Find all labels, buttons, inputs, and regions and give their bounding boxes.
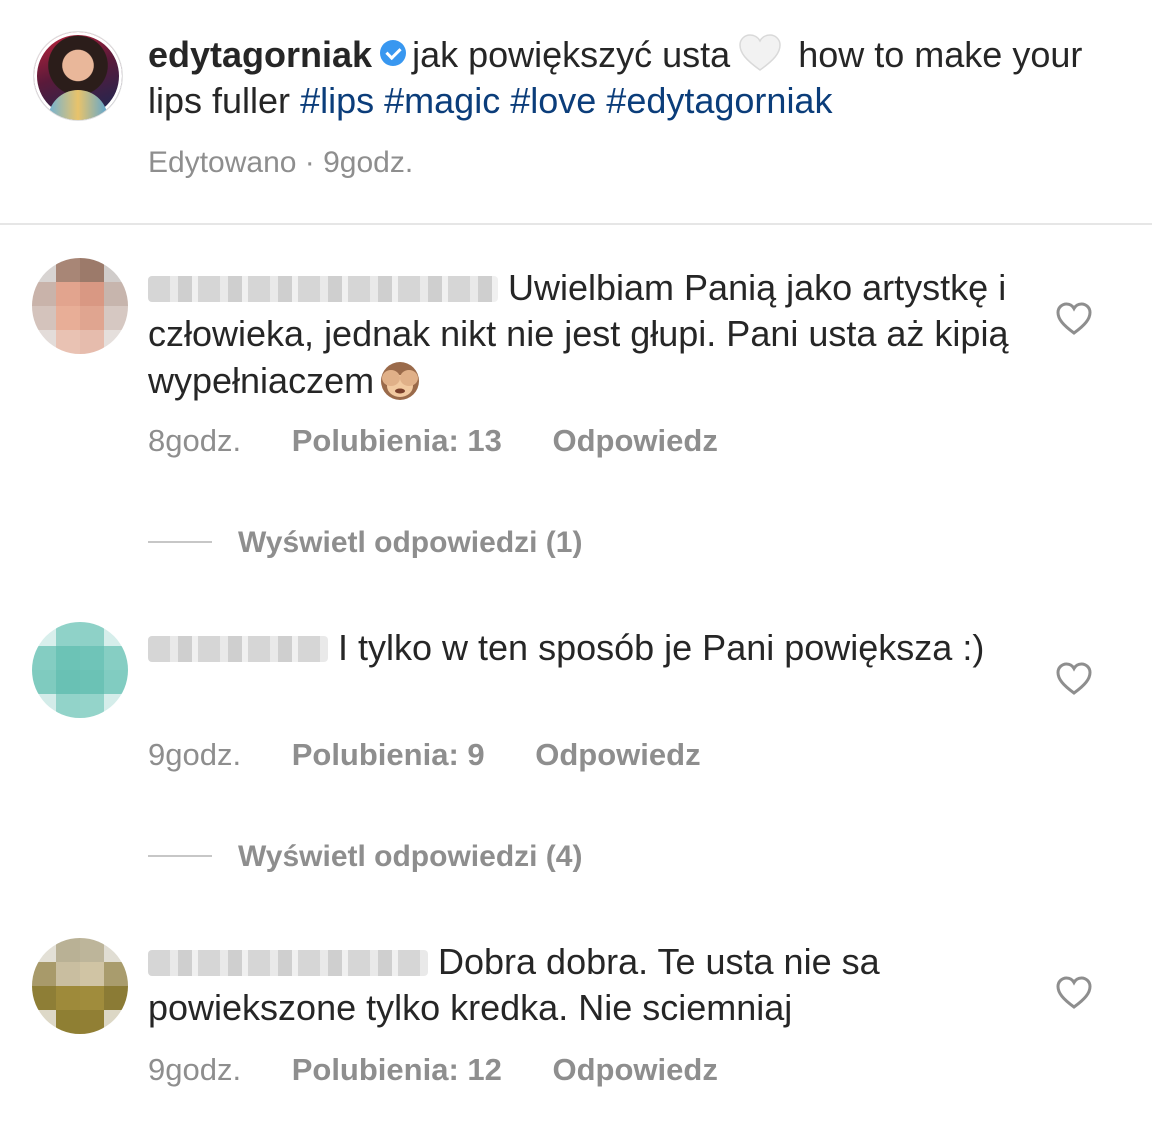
view-replies-button[interactable]: Wyświetl odpowiedzi (1) [148,526,582,560]
likes-count[interactable]: Polubienia: 12 [292,1052,502,1088]
view-replies-label: Wyświetl odpowiedzi (1) [238,526,583,559]
divider [0,223,1152,225]
reply-button[interactable]: Odpowiedz [535,737,700,773]
comment-time: 8godz. [148,423,242,458]
meta-separator: · [304,146,315,179]
post-time: 9godz. [323,146,414,179]
replies-line [148,541,212,543]
comment-time: 9godz. [148,1052,242,1087]
comment-avatar[interactable] [32,938,128,1034]
white-heart-emoji [739,34,781,71]
heart-outline-icon[interactable] [1056,662,1092,696]
comment-avatar[interactable] [32,258,128,354]
see-no-evil-monkey-emoji [381,362,420,400]
comment-body: I tylko w ten sposób je Pani powiększa :… [148,625,1028,671]
comment-time: 9godz. [148,737,242,772]
verified-badge-icon [380,40,407,66]
commenter-name-redacted[interactable] [148,276,498,302]
view-replies-button[interactable]: Wyświetl odpowiedzi (4) [148,840,582,874]
comment-text: I tylko w ten sposób je Pani powiększa :… [338,627,985,668]
edited-label: Edytowano [148,146,297,179]
likes-count[interactable]: Polubienia: 9 [292,737,485,773]
likes-count[interactable]: Polubienia: 13 [292,423,502,459]
hashtag-magic[interactable]: #magic [384,80,500,121]
comment-meta: 9godz. Polubienia: 9 Odpowiedz [148,737,701,773]
commenter-name-redacted[interactable] [148,950,428,976]
comment-body: Uwielbiam Panią jako artystkę i człowiek… [148,265,1028,404]
hashtag-edytagorniak[interactable]: #edytagorniak [606,80,832,121]
replies-line [148,855,212,857]
post-caption: edytagorniak jak powiększyć usta how to m… [148,32,1128,124]
post-meta: Edytowano · 9godz. [148,146,413,180]
hashtag-lips[interactable]: #lips [300,80,374,121]
reply-button[interactable]: Odpowiedz [553,423,718,459]
post-username[interactable]: edytagorniak [148,34,372,75]
view-replies-label: Wyświetl odpowiedzi (4) [238,840,583,873]
caption-text-pl: jak powiększyć usta [412,34,731,75]
post-author-avatar[interactable] [34,32,122,120]
heart-outline-icon[interactable] [1056,976,1092,1010]
reply-button[interactable]: Odpowiedz [553,1052,718,1088]
hashtag-love[interactable]: #love [510,80,596,121]
comment-meta: 9godz. Polubienia: 12 Odpowiedz [148,1052,718,1088]
comment-avatar[interactable] [32,622,128,718]
comment-body: Dobra dobra. Te usta nie sa powiekszone … [148,939,1028,1031]
heart-outline-icon[interactable] [1056,302,1092,336]
commenter-name-redacted[interactable] [148,636,328,662]
comment-meta: 8godz. Polubienia: 13 Odpowiedz [148,423,718,459]
